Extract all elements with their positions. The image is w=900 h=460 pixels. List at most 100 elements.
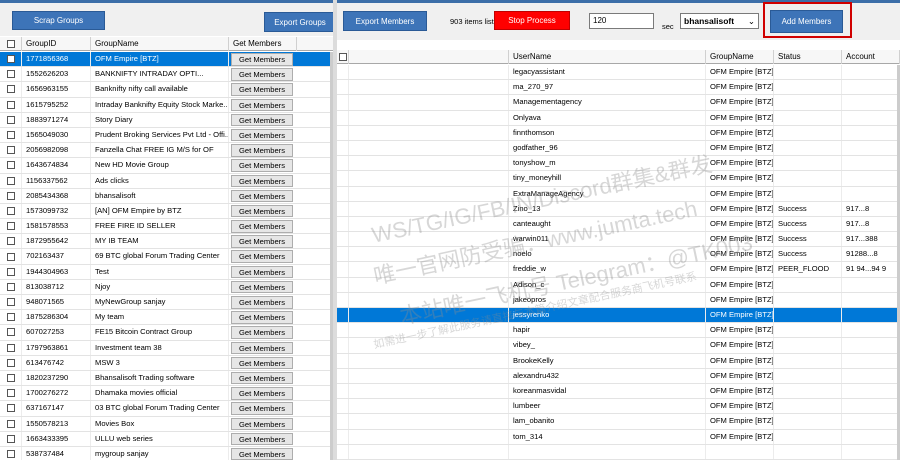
- table-row[interactable]: 613476742 MSW 3 Get Members: [0, 355, 333, 371]
- get-members-button[interactable]: Get Members: [231, 417, 293, 430]
- row-checkbox[interactable]: [6, 404, 15, 413]
- row-marker-cell[interactable]: [337, 232, 349, 247]
- row-marker-cell[interactable]: [337, 80, 349, 95]
- delay-input[interactable]: 120: [589, 13, 654, 29]
- get-members-button[interactable]: Get Members: [231, 204, 293, 218]
- table-row[interactable]: 813038712 Njoy Get Members: [0, 279, 333, 295]
- row-checkbox[interactable]: [6, 358, 15, 367]
- row-checkbox[interactable]: [6, 267, 15, 276]
- row-checkbox[interactable]: [6, 237, 15, 246]
- get-members-button[interactable]: Get Members: [231, 220, 293, 233]
- row-marker-cell[interactable]: [337, 277, 349, 292]
- table-row[interactable]: 2056982098 Fanzella Chat FREE IG M/S for …: [0, 143, 333, 159]
- export-members-button[interactable]: Export Members: [343, 11, 427, 31]
- table-row[interactable]: 1550578213 Movies Box Get Members: [0, 416, 333, 432]
- get-members-button[interactable]: Get Members: [231, 98, 293, 112]
- table-row[interactable]: [337, 444, 900, 460]
- row-marker-cell[interactable]: [337, 323, 349, 338]
- row-marker-cell[interactable]: [337, 262, 349, 277]
- table-row[interactable]: Managementagency OFM Empire [BTZ]: [337, 95, 900, 111]
- row-checkbox[interactable]: [6, 131, 15, 140]
- get-members-button[interactable]: Get Members: [231, 250, 293, 263]
- row-marker-cell[interactable]: [337, 171, 349, 186]
- get-members-button[interactable]: Get Members: [231, 341, 293, 355]
- row-checkbox[interactable]: [6, 313, 15, 322]
- row-checkbox-cell[interactable]: [0, 446, 22, 460]
- table-row[interactable]: 1771856368 OFM Empire [BTZ] Get Members: [0, 52, 333, 68]
- table-row[interactable]: koreanmasvidal OFM Empire [BTZ]: [337, 383, 900, 400]
- row-checkbox-cell[interactable]: [0, 188, 22, 203]
- table-row[interactable]: 1700276272 Dhamaka movies official Get Mem…: [0, 386, 333, 402]
- row-checkbox[interactable]: [6, 70, 15, 79]
- row-checkbox-cell[interactable]: [0, 52, 22, 67]
- row-checkbox[interactable]: [6, 191, 15, 200]
- row-marker-cell[interactable]: [337, 353, 349, 368]
- row-marker-cell[interactable]: [337, 292, 349, 307]
- table-row[interactable]: 1944304963 Test Get Members: [0, 264, 333, 280]
- row-checkbox-cell[interactable]: [0, 310, 22, 325]
- table-row[interactable]: 1565049030 Prudent Broking Services Pvt L…: [0, 127, 333, 144]
- row-checkbox[interactable]: [6, 85, 15, 94]
- row-checkbox-cell[interactable]: [0, 340, 22, 355]
- row-checkbox[interactable]: [6, 100, 15, 109]
- row-checkbox-cell[interactable]: [0, 279, 22, 294]
- row-marker-cell[interactable]: [337, 216, 349, 232]
- row-checkbox-cell[interactable]: [0, 325, 22, 340]
- add-members-button[interactable]: Add Members: [770, 10, 843, 33]
- row-checkbox-cell[interactable]: [0, 127, 22, 143]
- select-all-checkbox[interactable]: [6, 40, 15, 48]
- row-checkbox-cell[interactable]: [0, 112, 22, 127]
- get-members-button[interactable]: Get Members: [231, 402, 293, 415]
- table-row[interactable]: 538737484 mygroup sanjay Get Members: [0, 446, 333, 460]
- row-marker-cell[interactable]: [337, 338, 349, 353]
- row-marker-cell[interactable]: [337, 247, 349, 262]
- row-checkbox[interactable]: [6, 222, 15, 231]
- table-row[interactable]: 1156337562 Ads clicks Get Members: [0, 173, 333, 189]
- row-checkbox[interactable]: [6, 146, 15, 155]
- row-checkbox[interactable]: [6, 298, 15, 307]
- table-row[interactable]: 1883971274 Story Diary Get Members: [0, 112, 333, 128]
- row-checkbox[interactable]: [6, 328, 15, 337]
- table-row[interactable]: tonyshow_m OFM Empire [BTZ]: [337, 156, 900, 172]
- get-members-button[interactable]: Get Members: [231, 296, 293, 309]
- row-checkbox-cell[interactable]: [0, 234, 22, 249]
- get-members-button[interactable]: Get Members: [231, 144, 293, 157]
- get-members-button[interactable]: Get Members: [231, 326, 293, 339]
- table-row[interactable]: lumbeer OFM Empire [BTZ]: [337, 399, 900, 415]
- table-row[interactable]: ma_270_97 OFM Empire [BTZ]: [337, 80, 900, 96]
- get-members-button[interactable]: Get Members: [231, 68, 293, 81]
- row-checkbox[interactable]: [6, 161, 15, 170]
- select-all-members-cell[interactable]: [337, 50, 349, 64]
- row-checkbox[interactable]: [6, 206, 15, 215]
- table-row[interactable]: 1656963155 Banknifty nifty call available…: [0, 82, 333, 98]
- table-row[interactable]: tom_314 OFM Empire [BTZ]: [337, 429, 900, 445]
- table-row[interactable]: 702163437 69 BTC global Forum Trading Cen…: [0, 249, 333, 265]
- table-row[interactable]: 1872955642 MY IB TEAM Get Members: [0, 234, 333, 250]
- table-row[interactable]: 948071565 MyNewGroup sanjay Get Members: [0, 295, 333, 311]
- table-row[interactable]: 1643674834 New HD Movie Group Get Members: [0, 158, 333, 174]
- row-marker-cell[interactable]: [337, 368, 349, 383]
- table-row[interactable]: 1820237290 Bhansalisoft Trading software G…: [0, 370, 333, 387]
- col-username[interactable]: UserName: [509, 50, 706, 64]
- table-row[interactable]: BrookeKelly OFM Empire [BTZ]: [337, 353, 900, 369]
- table-row[interactable]: lam_obanito OFM Empire [BTZ]: [337, 414, 900, 430]
- table-row[interactable]: 1552626203 BANKNIFTY INTRADAY OPTI... Get …: [0, 67, 333, 83]
- row-marker-cell[interactable]: [337, 201, 349, 216]
- get-members-button[interactable]: Get Members: [231, 113, 293, 127]
- table-row[interactable]: Onlyava OFM Empire [BTZ]: [337, 110, 900, 126]
- row-marker-cell[interactable]: [337, 383, 349, 399]
- get-members-button[interactable]: Get Members: [231, 159, 293, 172]
- table-row[interactable]: Zino_13 OFM Empire [BTZ] Success 917...8: [337, 201, 900, 217]
- col-groupname[interactable]: GroupName: [91, 37, 229, 51]
- table-row[interactable]: canteaught OFM Empire [BTZ] Success 917...8: [337, 216, 900, 233]
- row-checkbox[interactable]: [6, 434, 15, 443]
- table-row[interactable]: alexandru432 OFM Empire [BTZ]: [337, 368, 900, 384]
- row-checkbox[interactable]: [6, 343, 15, 352]
- row-checkbox-cell[interactable]: [0, 97, 22, 112]
- get-members-button[interactable]: Get Members: [231, 235, 293, 248]
- col-get-members[interactable]: Get Members: [229, 37, 297, 51]
- row-marker-cell[interactable]: [337, 65, 349, 80]
- row-checkbox-cell[interactable]: [0, 82, 22, 97]
- row-checkbox-cell[interactable]: [0, 219, 22, 234]
- get-members-button[interactable]: Get Members: [231, 189, 293, 203]
